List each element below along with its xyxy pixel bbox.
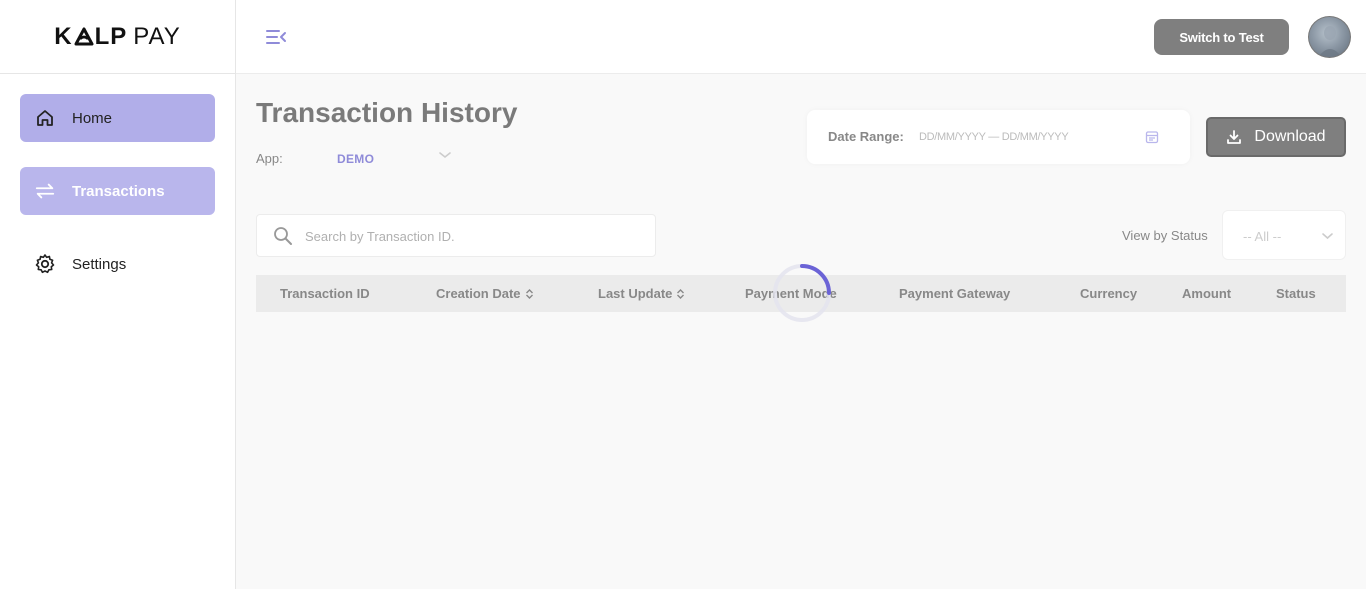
- logo-letter-k: K: [54, 22, 73, 50]
- date-range-label: Date Range:: [828, 129, 904, 144]
- status-select[interactable]: -- All --: [1222, 210, 1346, 260]
- main-content: Transaction History App: DEMO Date Range…: [236, 74, 1366, 589]
- user-avatar[interactable]: [1308, 16, 1351, 58]
- app-select[interactable]: DEMO: [337, 152, 374, 166]
- column-header-amount: Amount: [1182, 286, 1232, 301]
- sidebar-item-settings[interactable]: Settings: [20, 240, 215, 288]
- logo-letters-lp: LP: [94, 22, 128, 50]
- status-select-value: -- All --: [1243, 229, 1282, 244]
- switch-to-test-button[interactable]: Switch to Test: [1154, 19, 1289, 55]
- column-header-last-update[interactable]: Last Update: [598, 286, 685, 301]
- download-icon: [1227, 130, 1242, 144]
- brand-logo[interactable]: K LP PAY: [54, 23, 180, 51]
- loading-spinner-icon: [773, 264, 831, 322]
- sidebar-item-label: Settings: [72, 255, 127, 273]
- view-by-status-label: View by Status: [1122, 228, 1208, 243]
- date-range-input[interactable]: DD/MM/YYYY — DD/MM/YYYY: [919, 131, 1069, 143]
- calendar-icon[interactable]: [1145, 130, 1159, 144]
- page-title: Transaction History: [256, 97, 518, 128]
- sort-icon[interactable]: [525, 288, 534, 300]
- column-header-status: Status: [1276, 286, 1316, 301]
- home-icon: [34, 107, 56, 129]
- download-button[interactable]: Download: [1206, 117, 1346, 157]
- topbar: Switch to Test: [236, 0, 1366, 74]
- column-header-currency: Currency: [1080, 286, 1138, 301]
- transfer-arrows-icon: [34, 180, 56, 202]
- column-header-transaction-id: Transaction ID: [280, 286, 370, 301]
- gear-icon: [34, 253, 56, 275]
- chevron-down-icon: [1322, 233, 1333, 240]
- search-input[interactable]: [305, 225, 635, 247]
- search-icon: [274, 227, 292, 245]
- sort-icon[interactable]: [676, 288, 685, 300]
- search-bar: [256, 214, 656, 257]
- logo-mark-icon: [74, 27, 94, 45]
- sidebar-item-label: Home: [72, 109, 113, 127]
- logo-area: K LP PAY: [0, 0, 235, 74]
- logo-word-pay: PAY: [133, 22, 181, 50]
- collapse-menu-icon[interactable]: [264, 26, 288, 48]
- app-label: App:: [256, 151, 283, 166]
- column-header-creation-date[interactable]: Creation Date: [436, 286, 534, 301]
- sidebar: K LP PAY Home Transactions Settings: [0, 0, 236, 589]
- date-range-picker[interactable]: Date Range: DD/MM/YYYY — DD/MM/YYYY: [807, 110, 1190, 164]
- download-label: Download: [1254, 128, 1326, 145]
- sidebar-item-home[interactable]: Home: [20, 94, 215, 142]
- column-header-payment-gateway: Payment Gateway: [899, 286, 1011, 301]
- sidebar-item-transactions[interactable]: Transactions: [20, 167, 215, 215]
- sidebar-item-label: Transactions: [72, 182, 165, 200]
- chevron-down-icon[interactable]: [438, 150, 452, 160]
